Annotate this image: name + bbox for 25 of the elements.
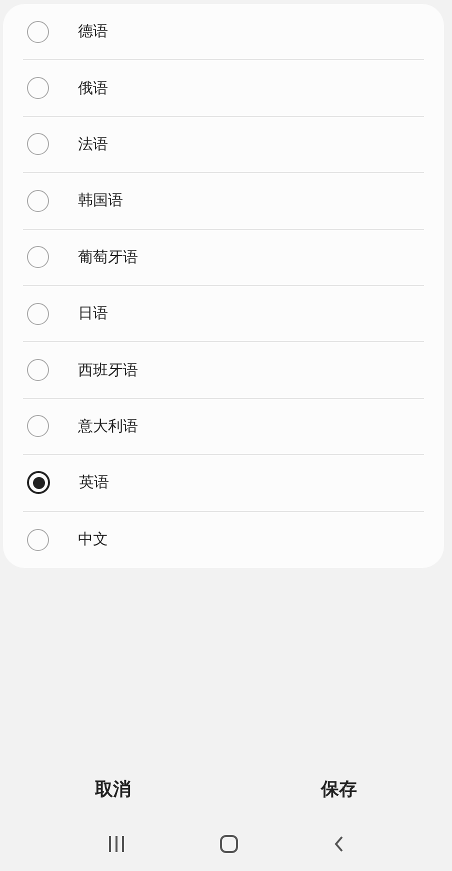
radio-button[interactable] [27,302,49,325]
radio-button[interactable] [27,20,49,43]
home-icon[interactable] [220,835,238,853]
back-icon[interactable] [334,836,344,852]
language-label: 俄语 [78,78,108,98]
language-label: 英语 [79,473,109,492]
radio-button[interactable] [27,190,49,212]
recent-apps-icon[interactable] [108,836,125,852]
radio-button[interactable] [27,246,49,268]
language-label: 葡萄牙语 [78,248,138,267]
language-label: 西班牙语 [78,360,138,380]
language-label: 韩国语 [78,191,123,210]
language-label: 中文 [78,530,108,550]
radio-button[interactable] [27,359,49,382]
language-label: 日语 [78,304,108,324]
radio-button[interactable] [27,133,49,156]
language-label: 法语 [78,134,108,154]
cancel-button[interactable]: 取消 [0,760,226,818]
language-label: 意大利语 [78,416,138,436]
radio-button[interactable] [27,77,49,100]
language-label: 德语 [78,22,108,42]
radio-button[interactable] [27,415,49,438]
radio-button[interactable] [27,471,50,494]
radio-button[interactable] [27,528,49,551]
save-button[interactable]: 保存 [226,760,452,818]
